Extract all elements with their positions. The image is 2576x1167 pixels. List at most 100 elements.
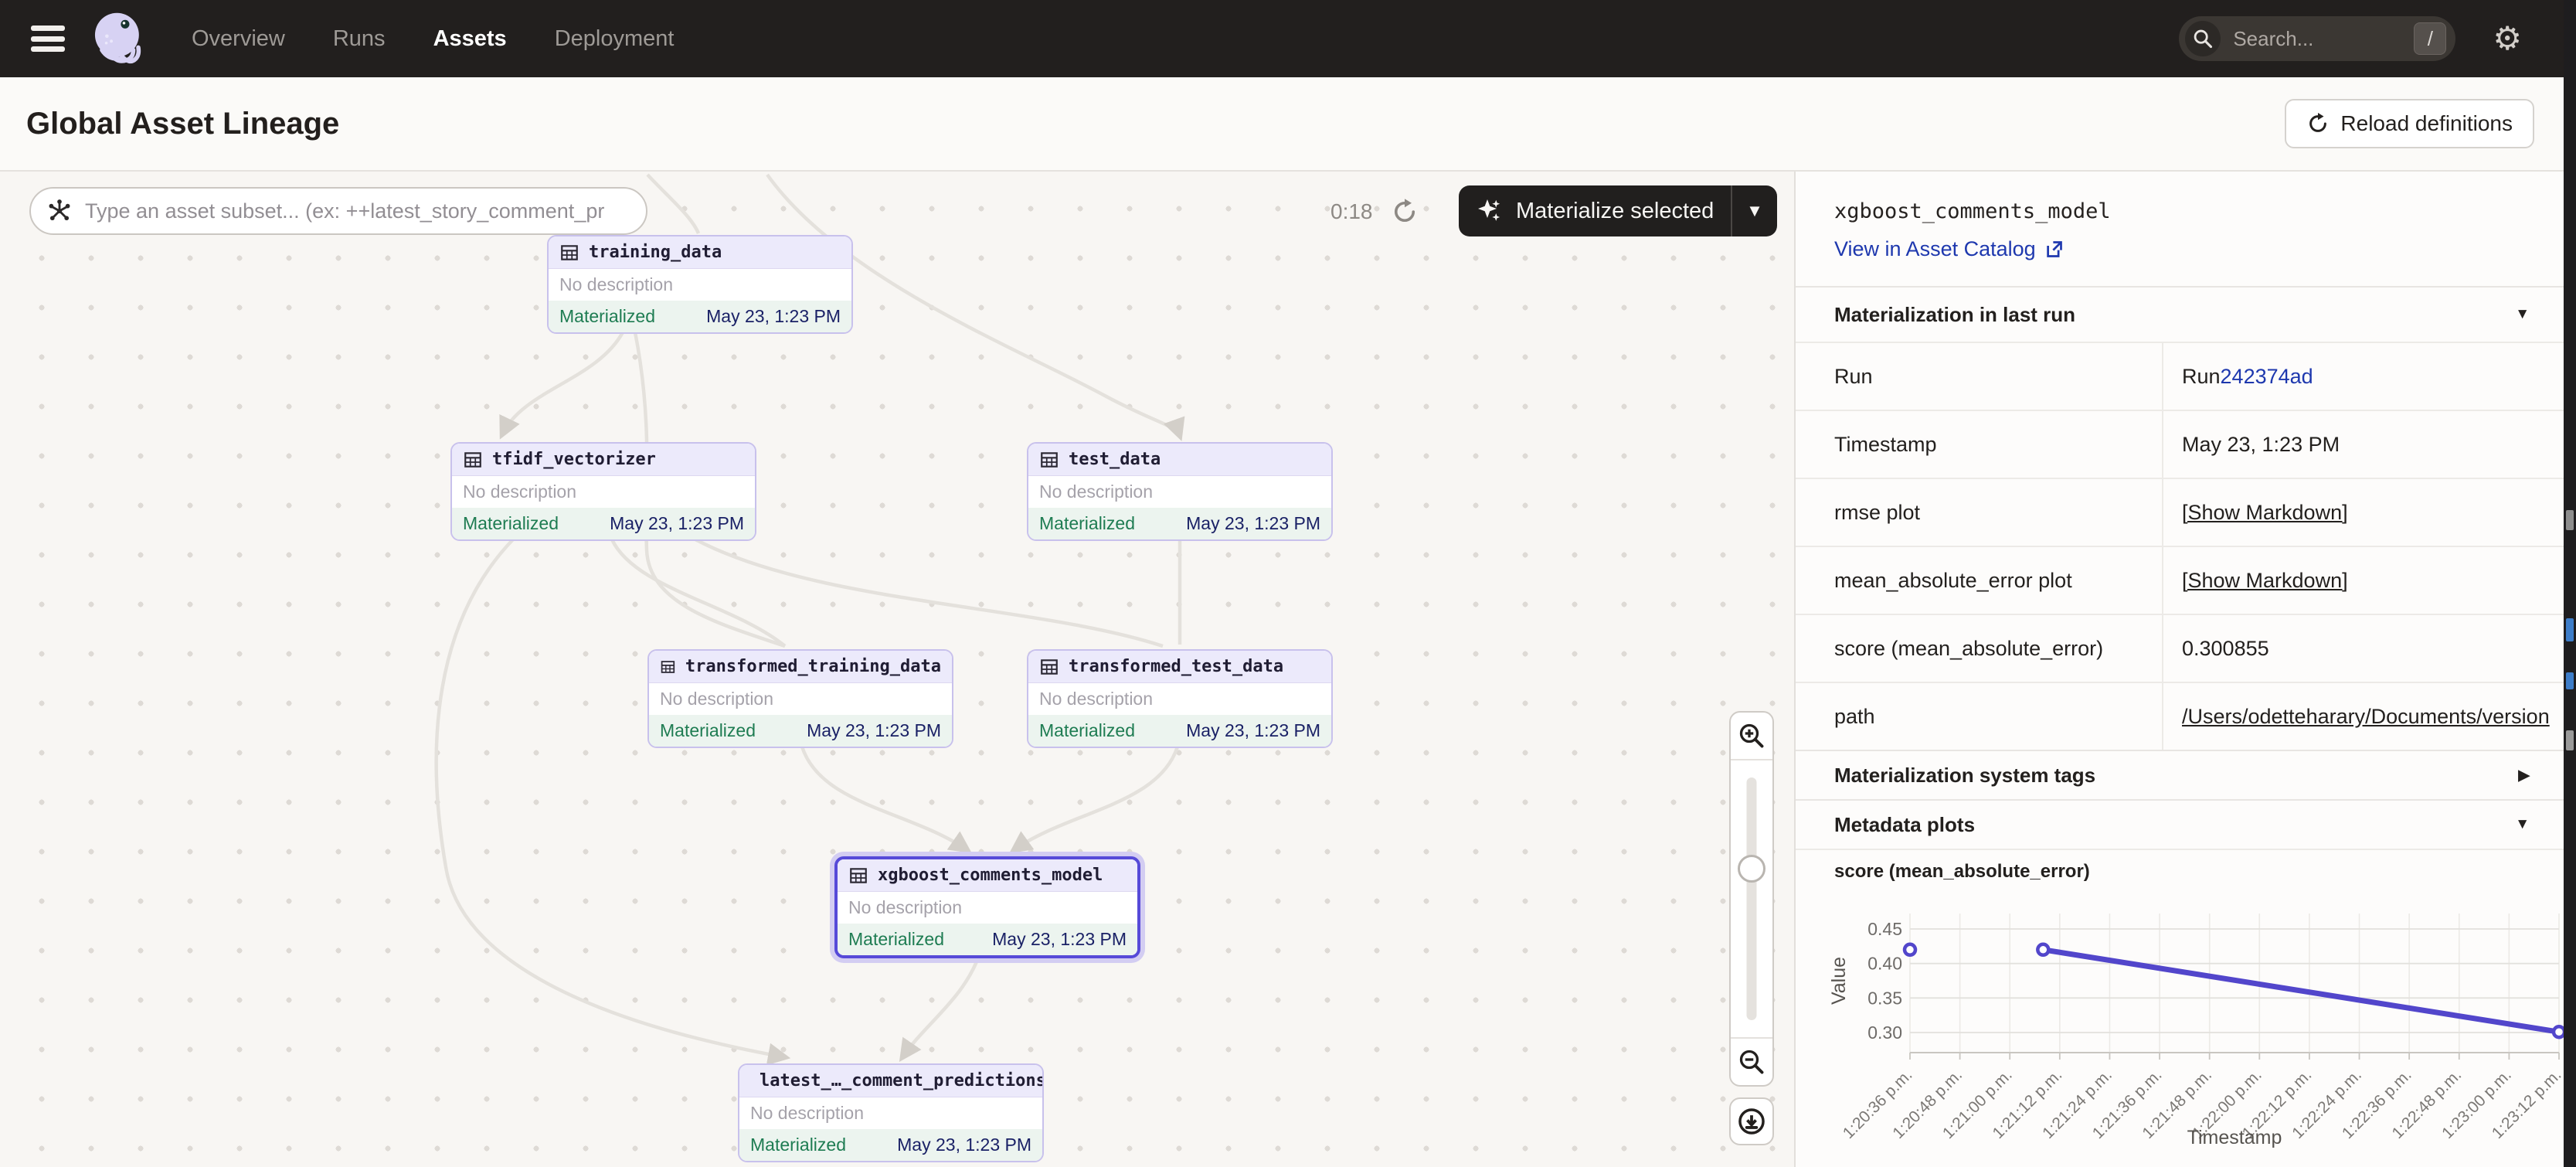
svg-text:0.35: 0.35 xyxy=(1867,988,1902,1008)
table-row: path /Users/odetteharary/Documents/versi… xyxy=(1796,682,2564,750)
search-shortcut-key: / xyxy=(2414,22,2446,55)
asset-node-transformed_test_data[interactable]: transformed_test_data No description Mat… xyxy=(1027,649,1333,748)
asset-node-transformed_training_data[interactable]: transformed_training_data No description… xyxy=(647,649,953,748)
asset-node-latest_comment_predictions[interactable]: latest_…_comment_predictions No descript… xyxy=(738,1063,1044,1162)
global-search[interactable]: / xyxy=(2179,16,2455,61)
asset-node-header: tfidf_vectorizer xyxy=(452,444,755,476)
table-row: mean_absolute_error plot [Show Markdown] xyxy=(1796,546,2564,614)
asset-description: No description xyxy=(549,269,851,301)
asset-node-xgboost_comments_model[interactable]: xgboost_comments_model No description Ma… xyxy=(834,856,1140,958)
section-materialization-last-run[interactable]: Materialization in last run ▼ xyxy=(1796,286,2564,342)
gear-icon[interactable]: ⚙ xyxy=(2493,22,2522,55)
row-link[interactable]: [Show Markdown] xyxy=(2182,569,2348,593)
nav-item-deployment[interactable]: Deployment xyxy=(555,26,675,52)
svg-text:0.30: 0.30 xyxy=(1867,1022,1902,1043)
zoom-out-button[interactable] xyxy=(1731,1037,1772,1085)
asset-name: tfidf_vectorizer xyxy=(492,450,656,469)
asset-description: No description xyxy=(1028,476,1331,508)
dagster-logo xyxy=(88,9,148,69)
asset-name: transformed_test_data xyxy=(1069,657,1283,676)
materialization-timestamp[interactable]: May 23, 1:23 PM xyxy=(897,1135,1031,1155)
nav-item-assets[interactable]: Assets xyxy=(433,26,507,52)
table-row: Timestamp May 23, 1:23 PM xyxy=(1796,410,2564,478)
asset-name: xgboost_comments_model xyxy=(878,866,1103,885)
row-link[interactable]: [Show Markdown] xyxy=(2182,501,2348,525)
materialization-timestamp[interactable]: May 23, 1:23 PM xyxy=(992,929,1127,950)
svg-text:Timestamp: Timestamp xyxy=(2187,1127,2282,1148)
asset-description: No description xyxy=(452,476,755,508)
section-materialization-system-tags[interactable]: Materialization system tags ▶ xyxy=(1796,750,2564,799)
asset-node-test_data[interactable]: test_data No description Materialized Ma… xyxy=(1027,442,1333,541)
external-link-icon xyxy=(2044,239,2065,260)
svg-text:Value: Value xyxy=(1828,957,1850,1005)
asset-status-row: Materialized May 23, 1:23 PM xyxy=(838,924,1137,955)
asset-name: test_data xyxy=(1069,450,1161,469)
asset-description: No description xyxy=(739,1097,1042,1129)
status-badge: Materialized xyxy=(463,513,559,534)
zoom-slider[interactable] xyxy=(1731,760,1772,1037)
plot-title: score (mean_absolute_error) xyxy=(1796,849,2564,890)
asset-name: latest_…_comment_predictions xyxy=(760,1071,1044,1090)
materialization-timestamp[interactable]: May 23, 1:23 PM xyxy=(1186,720,1320,741)
table-icon xyxy=(1039,450,1059,470)
status-badge: Materialized xyxy=(559,306,655,327)
asset-graph-canvas[interactable]: 0:18 Materialize selected ▼ xyxy=(0,172,1794,1167)
download-image-button[interactable] xyxy=(1729,1097,1774,1145)
metadata-table: Run Run 242374ad Timestamp May 23, 1:23 … xyxy=(1796,342,2564,750)
graph-toolbar: 0:18 Materialize selected ▼ xyxy=(0,172,1794,249)
score-chart: 1:20:36 p.m.1:20:48 p.m.1:21:00 p.m.1:21… xyxy=(1796,889,2564,1167)
table-row: rmse plot [Show Markdown] xyxy=(1796,478,2564,546)
asset-title: xgboost_comments_model xyxy=(1834,199,2564,223)
asset-status-row: Materialized May 23, 1:23 PM xyxy=(1028,715,1331,747)
asset-subset-input[interactable] xyxy=(83,199,630,224)
asset-detail-panel: xgboost_comments_model View in Asset Cat… xyxy=(1796,172,2564,1167)
table-row: Run Run 242374ad xyxy=(1796,342,2564,410)
status-badge: Materialized xyxy=(750,1135,846,1155)
asset-node-tfidf_vectorizer[interactable]: tfidf_vectorizer No description Material… xyxy=(450,442,756,541)
materialize-caret-icon[interactable]: ▼ xyxy=(1732,201,1777,221)
search-icon xyxy=(2185,21,2221,56)
refresh-timer: 0:18 xyxy=(1330,199,1373,224)
asset-status-row: Materialized May 23, 1:23 PM xyxy=(739,1129,1042,1161)
row-value: Run 242374ad xyxy=(2163,343,2564,410)
row-link[interactable]: 242374ad xyxy=(2221,365,2313,389)
row-label: mean_absolute_error plot xyxy=(1796,547,2163,614)
section-metadata-plots[interactable]: Metadata plots ▼ xyxy=(1796,799,2564,849)
asset-node-header: xgboost_comments_model xyxy=(838,859,1137,892)
row-link[interactable]: /Users/odetteharary/Documents/version xyxy=(2182,705,2550,729)
zoom-in-button[interactable] xyxy=(1731,713,1772,760)
view-in-asset-catalog-link[interactable]: View in Asset Catalog xyxy=(1834,237,2564,261)
materialize-selected-button[interactable]: Materialize selected ▼ xyxy=(1459,185,1777,236)
row-value: 0.300855 xyxy=(2163,615,2564,682)
asset-node-training_data[interactable]: training_data No description Materialize… xyxy=(547,235,853,334)
nav-item-runs[interactable]: Runs xyxy=(333,26,386,52)
download-icon xyxy=(1737,1107,1766,1136)
materialization-timestamp[interactable]: May 23, 1:23 PM xyxy=(807,720,941,741)
search-input[interactable] xyxy=(2231,26,2414,52)
asset-status-row: Materialized May 23, 1:23 PM xyxy=(452,508,755,539)
main-content: 0:18 Materialize selected ▼ xyxy=(0,172,2576,1167)
reload-definitions-button[interactable]: Reload definitions xyxy=(2285,99,2534,148)
materialization-timestamp[interactable]: May 23, 1:23 PM xyxy=(706,306,841,327)
materialization-timestamp[interactable]: May 23, 1:23 PM xyxy=(1186,513,1320,534)
hamburger-menu-icon[interactable] xyxy=(31,26,65,52)
svg-text:0.45: 0.45 xyxy=(1867,919,1902,939)
status-badge: Materialized xyxy=(1039,513,1135,534)
refresh-icon[interactable] xyxy=(1391,198,1419,226)
asset-name: transformed_training_data xyxy=(685,657,941,676)
nav-item-overview[interactable]: Overview xyxy=(192,26,285,52)
materialization-timestamp[interactable]: May 23, 1:23 PM xyxy=(610,513,744,534)
row-label: score (mean_absolute_error) xyxy=(1796,615,2163,682)
panel-header: xgboost_comments_model View in Asset Cat… xyxy=(1796,172,2564,261)
op-selector-icon xyxy=(46,198,73,224)
reload-icon xyxy=(2306,112,2330,135)
asset-description: No description xyxy=(1028,683,1331,715)
zoom-slider-handle[interactable] xyxy=(1738,855,1765,883)
panel-divider xyxy=(1794,172,1796,1167)
sparkle-icon xyxy=(1476,197,1504,225)
asset-filter[interactable] xyxy=(29,187,647,235)
table-icon xyxy=(1039,657,1059,677)
zoom-slider-track[interactable] xyxy=(1747,777,1757,1020)
zoom-controls xyxy=(1729,711,1774,1087)
asset-description: No description xyxy=(838,892,1137,924)
